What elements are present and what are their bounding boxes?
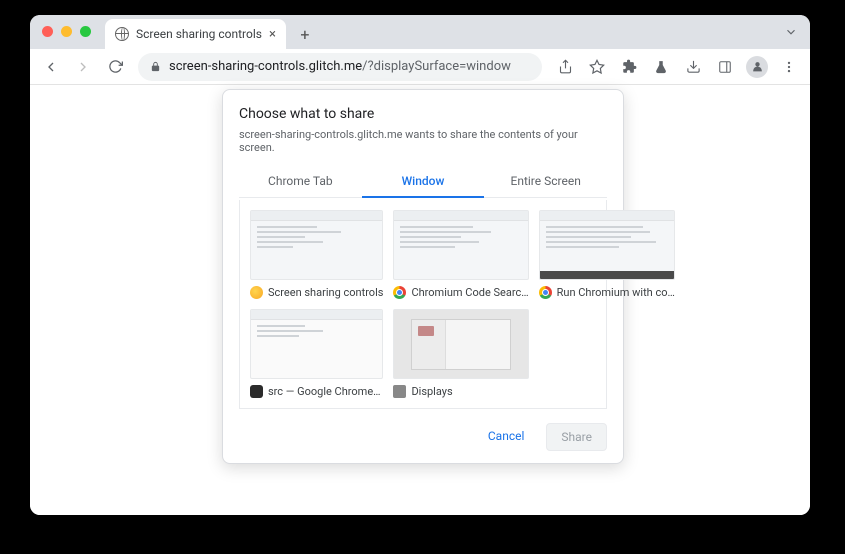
modal-subtitle: screen-sharing-controls.glitch.me wants …	[239, 128, 607, 154]
window-label: src — Google Chrome…	[268, 385, 381, 398]
toolbar: screen-sharing-controls.glitch.me/?displ…	[30, 49, 810, 85]
modal-actions: Cancel Share	[239, 423, 607, 451]
sidepanel-button[interactable]	[712, 54, 738, 80]
cancel-button[interactable]: Cancel	[474, 423, 539, 451]
extensions-button[interactable]	[616, 54, 642, 80]
window-label: Run Chromium with co…	[557, 286, 675, 299]
share-type-tabs: Chrome Tab Window Entire Screen	[239, 166, 607, 198]
favicon-icon	[393, 286, 406, 299]
labs-icon[interactable]	[648, 54, 674, 80]
share-source-item[interactable]: Run Chromium with co…	[539, 210, 675, 299]
close-window-button[interactable]	[42, 26, 53, 37]
tab-window[interactable]: Window	[362, 166, 485, 198]
share-source-item[interactable]: Chromium Code Searc…	[393, 210, 528, 299]
globe-icon	[115, 27, 129, 41]
bookmark-button[interactable]	[584, 54, 610, 80]
share-source-item[interactable]: Displays	[393, 309, 528, 398]
share-source-item[interactable]: Screen sharing controls	[250, 210, 383, 299]
close-tab-button[interactable]: ×	[269, 27, 276, 42]
screen-share-modal: Choose what to share screen-sharing-cont…	[222, 89, 624, 464]
window-label: Chromium Code Searc…	[411, 286, 528, 299]
share-button[interactable]: Share	[546, 423, 607, 451]
share-source-grid: Screen sharing controls	[239, 200, 607, 409]
forward-button[interactable]	[70, 54, 96, 80]
window-thumbnail	[250, 210, 383, 280]
minimize-window-button[interactable]	[61, 26, 72, 37]
reload-button[interactable]	[102, 54, 128, 80]
share-source-item[interactable]: src — Google Chrome…	[250, 309, 383, 398]
browser-window: Screen sharing controls × + screen-shari…	[30, 15, 810, 515]
tab-entire-screen[interactable]: Entire Screen	[484, 166, 607, 197]
window-thumbnail	[393, 210, 528, 280]
expand-tabs-button[interactable]	[784, 25, 798, 39]
tab-strip: Screen sharing controls × +	[30, 15, 810, 49]
window-thumbnail	[250, 309, 383, 379]
new-tab-button[interactable]: +	[292, 21, 318, 47]
avatar-icon	[746, 56, 768, 78]
page-content: Choose what to share screen-sharing-cont…	[30, 85, 810, 515]
maximize-window-button[interactable]	[80, 26, 91, 37]
favicon-icon	[393, 385, 406, 398]
window-controls	[42, 26, 91, 37]
tab-title: Screen sharing controls	[136, 27, 262, 41]
downloads-button[interactable]	[680, 54, 706, 80]
address-bar[interactable]: screen-sharing-controls.glitch.me/?displ…	[138, 53, 542, 81]
window-label: Displays	[411, 385, 452, 398]
window-thumbnail	[393, 309, 528, 379]
lock-icon	[150, 61, 161, 72]
url-text: screen-sharing-controls.glitch.me/?displ…	[169, 59, 511, 74]
favicon-icon	[539, 286, 552, 299]
browser-tab[interactable]: Screen sharing controls ×	[105, 19, 286, 49]
favicon-icon	[250, 286, 263, 299]
modal-title: Choose what to share	[239, 106, 607, 122]
back-button[interactable]	[38, 54, 64, 80]
tab-chrome-tab[interactable]: Chrome Tab	[239, 166, 362, 197]
window-thumbnail	[539, 210, 675, 280]
profile-button[interactable]	[744, 54, 770, 80]
share-page-button[interactable]	[552, 54, 578, 80]
favicon-icon	[250, 385, 263, 398]
window-label: Screen sharing controls	[268, 286, 383, 299]
menu-button[interactable]	[776, 54, 802, 80]
